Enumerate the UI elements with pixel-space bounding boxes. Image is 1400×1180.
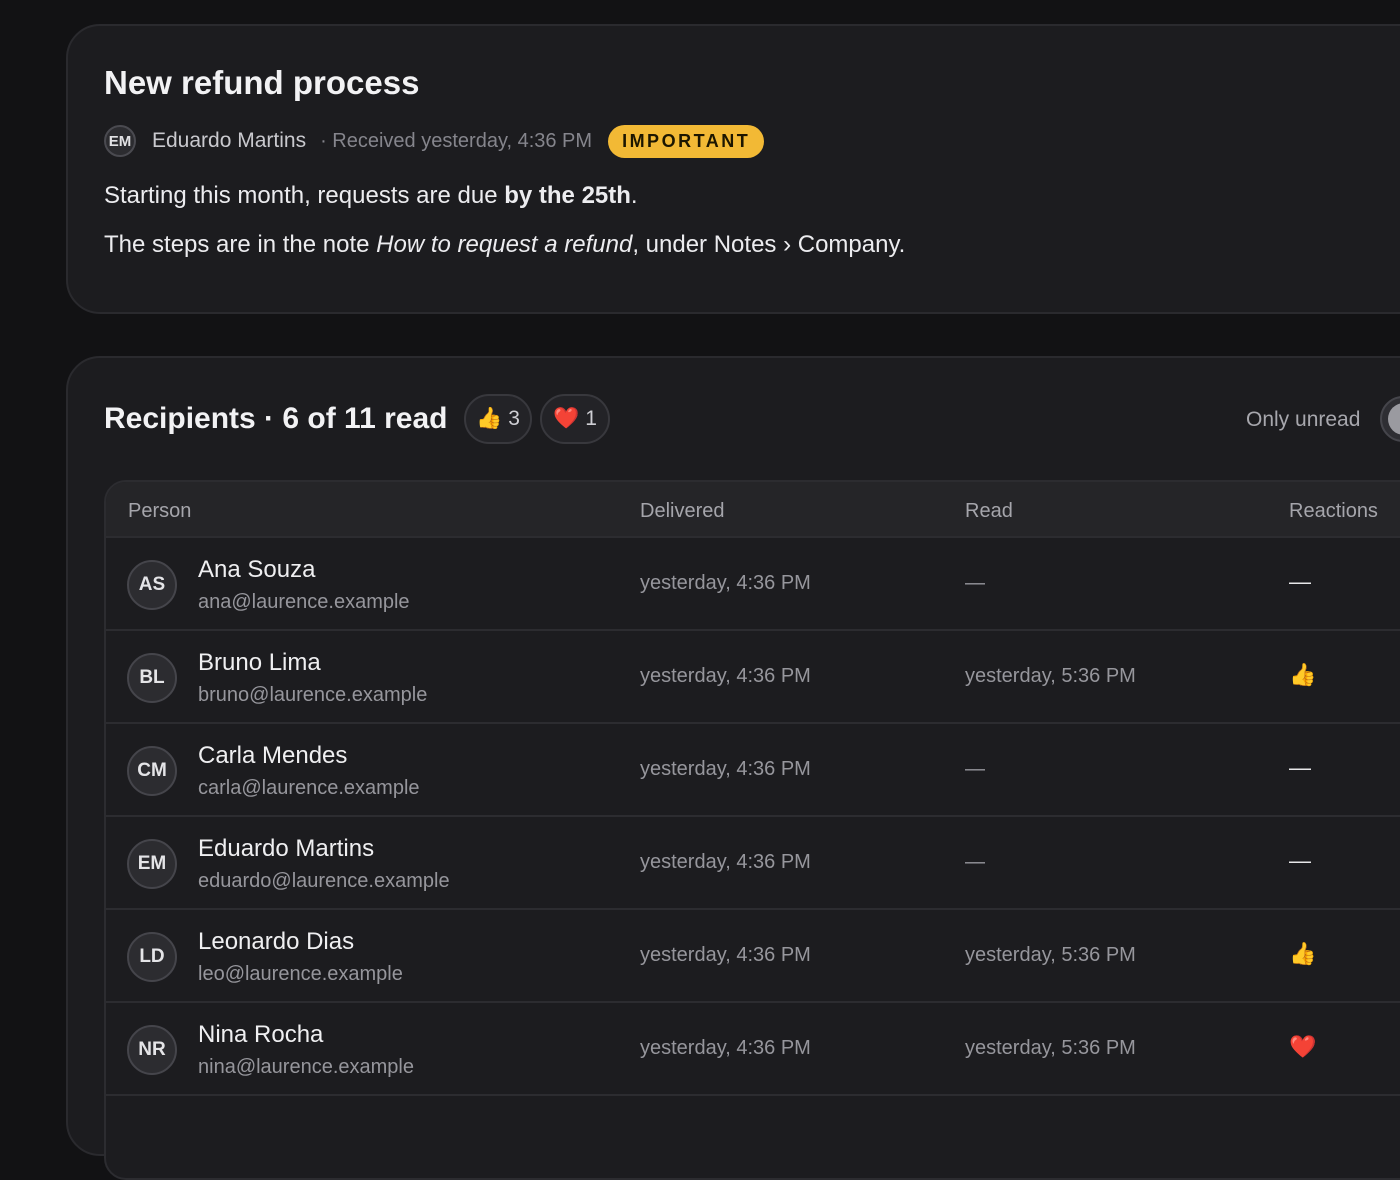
person-name: Eduardo Martins [198,835,375,862]
line2-text: The steps are in the note [104,231,377,258]
read-time: — [965,758,985,780]
read-time: yesterday, 5:36 PM [965,1037,1136,1059]
line1-suffix: . [630,182,638,209]
delivered-time: yesterday, 4:36 PM [640,758,811,780]
avatar: BL [127,653,177,703]
heart-icon: ❤️ [553,407,580,430]
sender-avatar: EM [104,125,136,157]
reaction-chip-heart[interactable]: ❤️ 1 [540,394,610,444]
person-email: carla@laurence.example [198,777,420,799]
column-header-delivered[interactable]: Delivered [640,500,724,523]
person-name: Bruno Lima [198,649,321,676]
person-email: leo@laurence.example [198,963,403,985]
avatar: CM [127,746,177,796]
thumbs-up-icon: 👍 [476,407,503,430]
important-badge: IMPORTANT [608,124,765,158]
line1-bold: by the 25th [504,182,631,209]
message-title: New refund process [104,64,420,101]
avatar: NR [127,1025,177,1075]
message-body-line-1: Starting this month, requests are due by… [104,182,638,210]
read-time: yesterday, 5:36 PM [965,665,1136,687]
person-email: nina@laurence.example [198,1056,414,1078]
table-row[interactable]: NR Nina Rocha nina@laurence.example yesterd… [106,1003,1400,1096]
delivered-time: yesterday, 4:36 PM [640,665,811,687]
person-email: bruno@laurence.example [198,684,428,706]
read-time: — [965,851,985,873]
delivered-time: yesterday, 4:36 PM [640,572,811,594]
heart-icon: ❤️ [1289,1034,1317,1059]
no-reaction-dash: — [1289,569,1311,594]
avatar: AS [127,560,177,610]
message-meta: EM Eduardo Martins · Received yesterday,… [104,124,765,158]
column-header-reactions[interactable]: Reactions [1289,500,1378,523]
person-name: Nina Rocha [198,1021,324,1048]
table-row[interactable]: BL Bruno Lima bruno@laurence.example yester… [106,631,1400,724]
table-row[interactable]: LD Leonardo Dias leo@laurence.example yeste… [106,910,1400,1003]
reaction-count: 3 [508,407,520,430]
no-reaction-dash: — [1289,848,1311,873]
reaction-count: 1 [585,407,597,430]
thumbs-up-icon: 👍 [1289,941,1317,966]
table-row[interactable]: CM Carla Mendes carla@laurence.example yest… [106,724,1400,817]
person-email: eduardo@laurence.example [198,870,450,892]
thumbs-up-icon: 👍 [1289,662,1317,687]
recipients-card: Recipients · 6 of 11 read 👍 3 ❤️ 1 Only … [66,356,1400,1180]
no-reaction-dash: — [1289,755,1311,780]
line1-text: Starting this month, requests are due [104,182,505,209]
table-row[interactable]: AS Ana Souza ana@laurence.example yesterday… [106,538,1400,631]
column-header-person[interactable]: Person [128,500,191,523]
table-header: Person Delivered Read Reactions [106,482,1400,538]
person-name: Ana Souza [198,556,316,583]
delivered-time: yesterday, 4:36 PM [640,1037,811,1059]
only-unread-label: Only unread [1246,408,1361,431]
delivered-time: yesterday, 4:36 PM [640,851,811,873]
read-time: — [965,572,985,594]
delivered-time: yesterday, 4:36 PM [640,944,811,966]
person-name: Carla Mendes [198,742,348,769]
message-body-line-2: The steps are in the note How to request… [104,231,905,259]
reaction-chip-thumbs-up[interactable]: 👍 3 [464,394,532,444]
avatar: EM [127,839,177,889]
person-name: Leonardo Dias [198,928,355,955]
only-unread-toggle[interactable] [1380,396,1400,442]
toggle-knob [1388,403,1400,435]
recipients-title: Recipients · 6 of 11 read [104,402,448,435]
table-row[interactable]: EM Eduardo Martins eduardo@laurence.exampl… [106,817,1400,910]
line2-suffix: , under Notes › Company. [632,231,906,258]
person-email: ana@laurence.example [198,591,410,613]
sender-name[interactable]: Eduardo Martins [152,129,306,153]
avatar: LD [127,932,177,982]
recipients-table: Person Delivered Read Reactions AS Ana So… [104,480,1400,1180]
column-header-read[interactable]: Read [965,500,1013,523]
read-time: yesterday, 5:36 PM [965,944,1136,966]
note-title-link[interactable]: How to request a refund [376,231,632,258]
message-card: New refund process EM Eduardo Martins · … [66,24,1400,314]
received-timestamp: · Received yesterday, 4:36 PM [320,129,593,152]
